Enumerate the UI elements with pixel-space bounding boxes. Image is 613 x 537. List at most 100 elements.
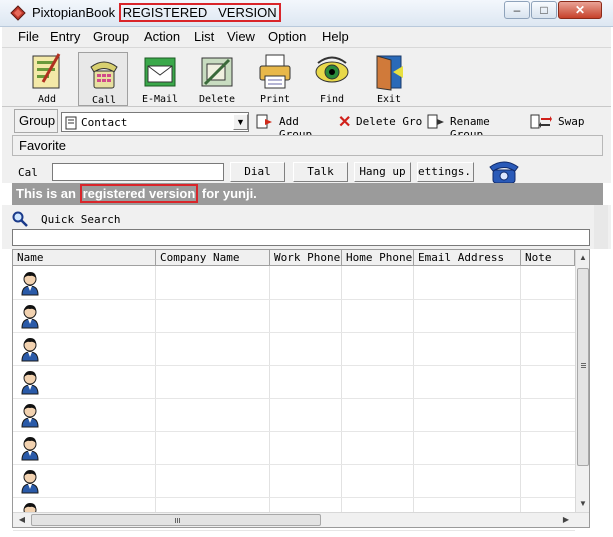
contact-table: Name Company Name Work Phone Home Phone … — [12, 249, 590, 531]
group-select-value: Contact — [81, 116, 128, 129]
table-row[interactable] — [13, 332, 575, 366]
menu-view[interactable]: View — [227, 29, 255, 44]
table-row[interactable] — [13, 299, 575, 333]
group-select[interactable]: Contact ▼ — [61, 112, 249, 132]
maximize-button[interactable]: □ — [531, 1, 557, 19]
add-contact-icon — [32, 53, 61, 89]
vertical-scrollbar[interactable]: ▲ ▼ — [575, 250, 589, 512]
menu-bar: File Entry Group Action List View Option… — [2, 27, 611, 48]
swap-label: Swap — [558, 115, 585, 128]
find-button[interactable]: Find — [307, 52, 357, 106]
exit-door-icon — [376, 55, 403, 91]
horizontal-scrollbar[interactable]: ◀ ▶ — [13, 512, 589, 527]
menu-list[interactable]: List — [194, 29, 214, 44]
email-icon — [144, 57, 176, 87]
add-group-icon — [256, 114, 272, 129]
column-header-work-phone[interactable]: Work Phone — [270, 250, 342, 266]
person-icon — [21, 305, 39, 329]
scroll-left-arrow-icon[interactable]: ◀ — [15, 513, 29, 527]
swap-arrows-icon — [530, 114, 552, 129]
delete-button[interactable]: Delete — [192, 52, 242, 106]
person-icon — [21, 272, 39, 296]
call-label: Call — [91, 95, 117, 106]
table-row[interactable] — [13, 365, 575, 399]
dial-button[interactable]: Dial — [230, 162, 285, 182]
group-label: Group — [14, 109, 58, 133]
call-number-input[interactable] — [52, 163, 224, 181]
find-label: Find — [319, 94, 345, 105]
add-label: Add — [37, 94, 57, 105]
exit-button[interactable]: Exit — [364, 52, 414, 106]
registered-version-tag: REGISTERED VERSION — [118, 3, 281, 22]
delete-group-button[interactable]: ✕ Delete Grou — [338, 112, 423, 132]
minimize-button[interactable]: – — [504, 1, 530, 19]
swap-button[interactable]: Swap — [530, 112, 590, 132]
exit-label: Exit — [376, 94, 402, 105]
delete-icon — [201, 57, 233, 87]
add-group-button[interactable]: Add Group — [256, 112, 336, 141]
column-header-company[interactable]: Company Name — [156, 250, 270, 266]
person-icon — [21, 371, 39, 395]
table-row[interactable] — [13, 431, 575, 465]
menu-group[interactable]: Group — [93, 29, 129, 44]
rename-group-icon — [427, 114, 444, 129]
table-row[interactable] — [13, 266, 575, 300]
menu-option[interactable]: Option — [268, 29, 306, 44]
column-header-name[interactable]: Name — [13, 250, 156, 266]
chevron-down-icon[interactable]: ▼ — [233, 114, 248, 130]
app-book-icon[interactable] — [10, 5, 26, 21]
scroll-right-arrow-icon[interactable]: ▶ — [559, 513, 573, 527]
registration-message: This is an registered version for yunji. — [16, 184, 257, 203]
print-button[interactable]: Print — [250, 52, 300, 106]
menu-help[interactable]: Help — [322, 29, 349, 44]
side-scrollbar-track[interactable] — [594, 205, 608, 249]
call-number-label: Cal — [18, 166, 38, 179]
title-bar[interactable]: PixtopianBook REGISTERED VERSION – □ ✕ — [0, 0, 613, 27]
menu-entry[interactable]: Entry — [50, 29, 80, 44]
print-label: Print — [259, 94, 291, 105]
favorite-bar[interactable]: Favorite — [12, 135, 603, 156]
add-button[interactable]: Add — [22, 52, 72, 106]
print-icon — [259, 54, 291, 89]
quick-search-input[interactable] — [12, 229, 590, 246]
delete-label: Delete — [198, 94, 236, 105]
settings-button[interactable]: ettings.. — [417, 162, 474, 182]
banner-highlight: registered version — [79, 184, 199, 203]
hang-up-button[interactable]: Hang up — [354, 162, 411, 182]
column-header-note[interactable]: Note — [521, 250, 575, 266]
column-header-email[interactable]: Email Address — [414, 250, 521, 266]
telephone-icon[interactable] — [487, 159, 521, 185]
talk-button[interactable]: Talk — [293, 162, 348, 182]
favorite-label: Favorite — [19, 138, 66, 153]
eye-icon — [315, 56, 349, 83]
menu-action[interactable]: Action — [144, 29, 180, 44]
search-icon — [12, 211, 28, 227]
window-title: PixtopianBook REGISTERED VERSION — [32, 3, 281, 22]
call-button[interactable]: Call — [78, 52, 128, 106]
banner-suffix: for yunji. — [198, 186, 257, 201]
vertical-scroll-thumb[interactable] — [577, 268, 589, 466]
scroll-down-arrow-icon[interactable]: ▼ — [576, 497, 590, 511]
scroll-up-arrow-icon[interactable]: ▲ — [576, 251, 590, 265]
table-row[interactable] — [13, 398, 575, 432]
rename-group-button[interactable]: Rename Group — [427, 112, 527, 141]
person-icon — [21, 437, 39, 461]
app-name: PixtopianBook — [32, 5, 116, 20]
close-button[interactable]: ✕ — [558, 1, 602, 19]
delete-group-label: Delete Grou — [356, 115, 423, 128]
person-icon — [21, 338, 39, 362]
email-button[interactable]: E-Mail — [135, 52, 185, 106]
person-icon — [21, 404, 39, 428]
delete-x-icon: ✕ — [338, 114, 352, 131]
person-icon — [21, 470, 39, 494]
contact-page-icon — [65, 116, 77, 130]
banner-prefix: This is an — [16, 186, 80, 201]
horizontal-scroll-thumb[interactable] — [31, 514, 321, 526]
toolbar: Add Call E-Mail Delete Print Find Exit — [2, 48, 611, 107]
table-row[interactable] — [13, 464, 575, 498]
registration-banner: This is an registered version for yunji. — [12, 183, 603, 205]
email-label: E-Mail — [141, 94, 179, 105]
quick-search-label: Quick Search — [41, 213, 121, 226]
column-header-home-phone[interactable]: Home Phone — [342, 250, 414, 266]
menu-file[interactable]: File — [18, 29, 39, 44]
